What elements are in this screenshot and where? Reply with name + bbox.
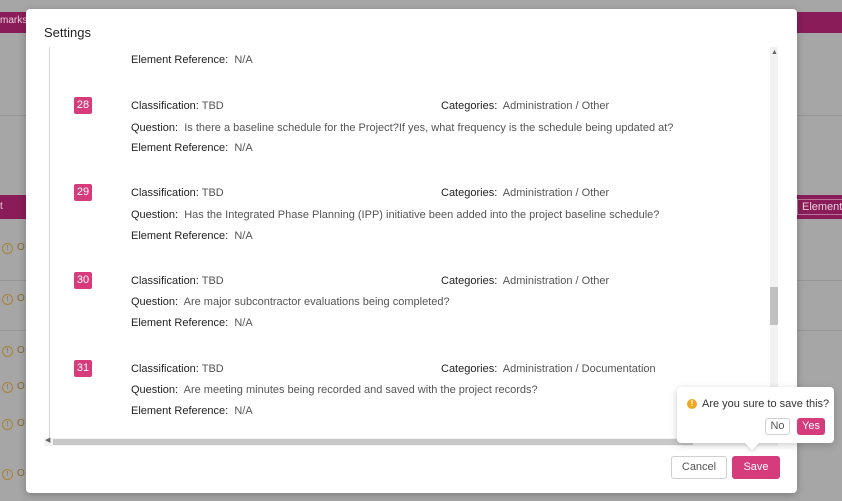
- info-icon: !: [2, 243, 13, 254]
- modal-scroll-content[interactable]: Element Reference: N/A 28 Classification…: [49, 47, 771, 445]
- classification-field: Classification: TBD: [131, 187, 224, 199]
- modal-title: Settings: [44, 25, 91, 40]
- save-confirm-popover: ! Are you sure to save this? No Yes: [677, 387, 834, 451]
- confirm-message: Are you sure to save this?: [702, 398, 830, 410]
- question-field: Question: Has the Integrated Phase Plann…: [131, 209, 660, 221]
- horizontal-scrollbar-thumb[interactable]: [53, 439, 693, 445]
- info-icon: !: [2, 419, 13, 430]
- classification-field: Classification: TBD: [131, 363, 224, 375]
- info-icon: !: [2, 346, 13, 357]
- info-icon: !: [2, 469, 13, 480]
- element-reference-field: Element Reference: N/A: [131, 405, 253, 417]
- element-reference-field: Element Reference: N/A: [131, 317, 253, 329]
- background-row: ! O: [2, 293, 25, 305]
- scroll-left-arrow-icon[interactable]: ◀: [45, 436, 50, 444]
- element-reference-field: Element Reference: N/A: [131, 230, 253, 242]
- question-field: Question: Is there a baseline schedule f…: [131, 122, 674, 134]
- vertical-scrollbar-thumb[interactable]: [770, 287, 778, 325]
- info-icon: !: [2, 382, 13, 393]
- question-field: Question: Are meeting minutes being reco…: [131, 384, 538, 396]
- background-row: ! O: [2, 345, 25, 357]
- background-element-button: Element: [797, 199, 842, 215]
- categories-field: Categories: Administration / Other: [441, 100, 610, 112]
- item-number-badge: 31: [74, 360, 92, 377]
- background-row: ! O: [2, 468, 25, 480]
- classification-field: Classification: TBD: [131, 100, 224, 112]
- element-reference-field: Element Reference: N/A: [131, 142, 253, 154]
- background-row: ! O: [2, 418, 25, 430]
- background-row: ! O: [2, 381, 25, 393]
- cancel-button[interactable]: Cancel: [671, 456, 727, 479]
- scroll-up-arrow-icon[interactable]: ▲: [771, 49, 778, 56]
- categories-field: Categories: Administration / Other: [441, 275, 610, 287]
- categories-field: Categories: Administration / Other: [441, 187, 610, 199]
- info-icon: !: [2, 294, 13, 305]
- background-table-header-text: t: [0, 201, 3, 212]
- exclamation-circle-icon: !: [687, 399, 697, 409]
- horizontal-scrollbar[interactable]: ◀: [44, 436, 778, 446]
- save-button[interactable]: Save: [732, 456, 780, 479]
- vertical-scrollbar[interactable]: ▲: [770, 47, 778, 445]
- categories-field: Categories: Administration / Documentati…: [441, 363, 656, 375]
- confirm-no-button[interactable]: No: [765, 418, 790, 435]
- background-row: ! O: [2, 242, 25, 254]
- item-number-badge: 29: [74, 184, 92, 201]
- background-header-text: marks: [0, 15, 28, 26]
- question-field: Question: Are major subcontractor evalua…: [131, 296, 450, 308]
- confirm-yes-button[interactable]: Yes: [797, 418, 825, 435]
- item-number-badge: 28: [74, 97, 92, 114]
- item-number-badge: 30: [74, 272, 92, 289]
- element-reference-field: Element Reference: N/A: [131, 54, 253, 66]
- classification-field: Classification: TBD: [131, 275, 224, 287]
